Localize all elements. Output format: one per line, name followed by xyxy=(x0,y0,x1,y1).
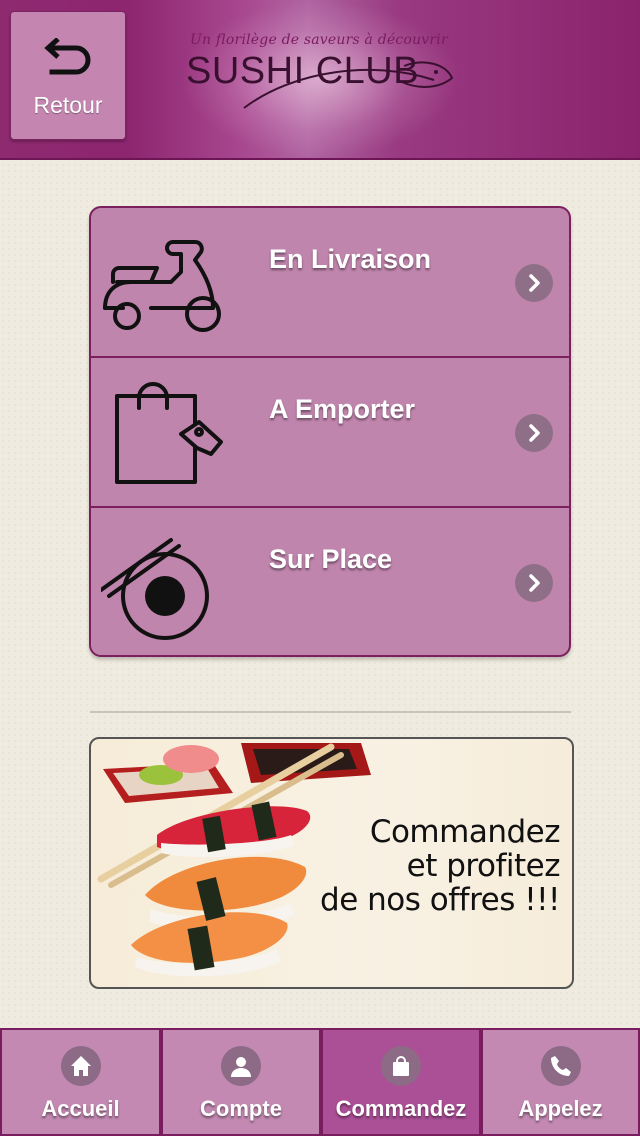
promo-text: Commandez et profitez de nos offres !!! xyxy=(320,815,560,917)
chevron-right-icon xyxy=(515,264,553,302)
nav-label: Appelez xyxy=(518,1096,603,1121)
promo-line: de nos offres !!! xyxy=(320,882,560,918)
chevron-right-icon xyxy=(515,414,553,452)
nav-label: Commandez xyxy=(335,1096,467,1121)
back-button[interactable]: Retour xyxy=(10,11,126,140)
shopping-bag-icon xyxy=(115,382,223,484)
promo-line: Commandez xyxy=(369,814,561,850)
nav-appelez[interactable]: Appelez xyxy=(481,1028,640,1136)
scooter-icon xyxy=(103,240,221,332)
menu-item-sur-place[interactable]: Sur Place xyxy=(91,508,569,655)
logo-tagline: Un florilège de saveurs à découvrir xyxy=(190,32,448,48)
menu-item-emporter[interactable]: A Emporter xyxy=(91,358,569,508)
user-icon xyxy=(221,1046,261,1086)
menu-item-label: A Emporter xyxy=(269,394,416,424)
promo-banner[interactable]: Commandez et profitez de nos offres !!! xyxy=(89,737,574,989)
chevron-right-icon xyxy=(515,564,553,602)
sushi-club-logo: Un florilège de saveurs à découvrir SUSH… xyxy=(184,30,459,118)
plate-chopsticks-icon xyxy=(101,538,209,640)
back-label: Retour xyxy=(33,92,103,118)
home-icon xyxy=(60,1046,101,1086)
nav-accueil[interactable]: Accueil xyxy=(0,1028,161,1136)
back-arrow-icon xyxy=(44,38,91,75)
logo-brand: SUSHI CLUB xyxy=(186,50,420,92)
menu-item-livraison[interactable]: En Livraison xyxy=(91,208,569,358)
promo-line: et profitez xyxy=(406,848,561,884)
section-divider xyxy=(90,711,571,713)
nav-label: Accueil xyxy=(41,1096,120,1121)
phone-icon xyxy=(540,1046,581,1086)
nav-label: Compte xyxy=(200,1096,282,1121)
menu-item-label: En Livraison xyxy=(269,244,432,274)
bottom-nav: Accueil Compte Commandez Appelez xyxy=(0,1028,640,1136)
nav-commandez[interactable]: Commandez xyxy=(321,1028,481,1136)
app-header: Retour Un florilège de saveurs à découvr… xyxy=(0,0,640,160)
bag-icon xyxy=(381,1046,421,1086)
menu-item-label: Sur Place xyxy=(269,544,393,574)
order-mode-menu: En Livraison A Emporter Sur Place xyxy=(89,206,571,657)
nav-compte[interactable]: Compte xyxy=(161,1028,321,1136)
